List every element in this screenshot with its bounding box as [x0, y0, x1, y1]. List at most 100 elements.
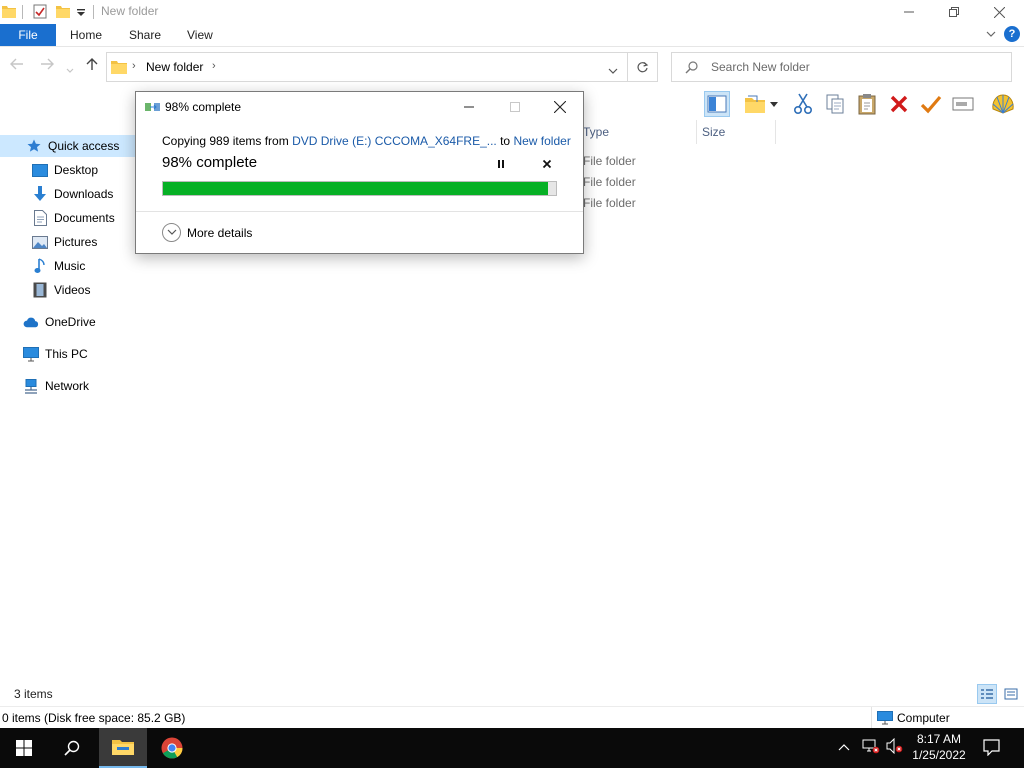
star-icon [26, 138, 42, 154]
tab-view[interactable]: View [187, 28, 213, 42]
dialog-close-button[interactable] [537, 92, 583, 122]
download-arrow-icon [32, 186, 48, 202]
breadcrumb-new-folder[interactable]: New folder [146, 60, 203, 74]
scissors-icon [793, 93, 813, 115]
start-button[interactable] [0, 728, 48, 768]
close-icon [993, 6, 1005, 18]
rename-button[interactable] [950, 91, 976, 117]
select-button[interactable] [918, 91, 944, 117]
up-button[interactable] [85, 57, 99, 76]
sidebar-item-pictures[interactable]: Pictures [0, 231, 148, 253]
source-link[interactable]: DVD Drive (E:) CCCOMA_X64FRE_... [292, 134, 497, 148]
more-details-toggle[interactable]: More details [162, 223, 252, 242]
sidebar-item-label: Music [54, 259, 86, 273]
customize-qat-icon[interactable] [76, 7, 90, 22]
network-status-icon[interactable] [862, 738, 880, 757]
copy-button[interactable] [822, 91, 848, 117]
properties-icon[interactable] [33, 4, 47, 19]
sidebar-item-onedrive[interactable]: OneDrive [0, 311, 148, 333]
chevron-down-icon [162, 223, 181, 242]
expand-ribbon-icon[interactable] [986, 29, 996, 39]
progress-fill [163, 182, 549, 195]
breadcrumb-separator: › [132, 60, 136, 72]
tab-file[interactable]: File [0, 24, 56, 46]
copy-icon [826, 94, 844, 114]
sidebar-item-label: OneDrive [45, 315, 96, 329]
pause-icon [498, 160, 504, 168]
status-bar: 3 items [0, 684, 1024, 704]
column-header-type[interactable]: Type [583, 125, 609, 139]
sidebar-item-documents[interactable]: Documents [0, 207, 148, 229]
pause-button[interactable] [496, 158, 506, 173]
tiles-view-icon [1004, 688, 1018, 700]
disk-free-space: 0 items (Disk free space: 85.2 GB) [2, 711, 186, 725]
recent-locations-button[interactable] [66, 61, 74, 79]
destination-link[interactable]: New folder [513, 134, 570, 148]
sidebar-item-network[interactable]: Network [0, 375, 148, 397]
forward-button[interactable] [40, 57, 54, 75]
pictures-icon [32, 234, 48, 250]
paste-button[interactable] [854, 91, 880, 117]
folder-icon [111, 59, 127, 77]
dialog-minimize-button[interactable] [446, 92, 492, 122]
tab-share[interactable]: Share [129, 28, 161, 42]
tab-home[interactable]: Home [70, 28, 102, 42]
clock-time: 8:17 AM [916, 732, 962, 746]
film-icon [32, 282, 48, 298]
restore-button[interactable] [931, 0, 977, 24]
show-hidden-icons-button[interactable] [838, 740, 850, 754]
clock-date: 1/25/2022 [912, 748, 966, 762]
paste-icon [858, 94, 876, 115]
sidebar-item-videos[interactable]: Videos [0, 279, 148, 301]
address-history-dropdown[interactable] [608, 64, 618, 78]
cancel-copy-button[interactable] [542, 158, 552, 173]
refresh-button[interactable] [628, 52, 658, 82]
title-bar: New folder [0, 0, 1024, 24]
network-icon [23, 378, 39, 394]
new-item-button[interactable] [742, 91, 768, 117]
dropdown-arrow-icon [770, 101, 778, 107]
preview-pane-button[interactable] [704, 91, 730, 117]
taskbar-file-explorer[interactable] [99, 728, 147, 768]
volume-muted-icon[interactable] [886, 737, 904, 757]
sidebar-item-quick-access[interactable]: Quick access [0, 135, 150, 157]
new-item-dropdown[interactable] [768, 91, 780, 117]
help-icon[interactable]: ? [1004, 26, 1020, 42]
large-icons-view-button[interactable] [1001, 684, 1021, 704]
new-folder-icon[interactable] [56, 4, 70, 19]
minimize-button[interactable] [886, 0, 932, 24]
back-arrow-icon [10, 58, 23, 70]
cut-button[interactable] [790, 91, 816, 117]
sidebar-item-downloads[interactable]: Downloads [0, 183, 148, 205]
close-button[interactable] [976, 0, 1022, 24]
minimize-icon [464, 106, 474, 108]
search-button[interactable] [48, 728, 96, 768]
column-divider[interactable] [696, 120, 697, 144]
clock[interactable]: 8:17 AM 1/25/2022 [906, 731, 972, 763]
search-box[interactable]: Search New folder [671, 52, 1012, 82]
back-button[interactable] [10, 57, 24, 75]
notifications-button[interactable] [983, 739, 1000, 759]
details-view-button[interactable] [977, 684, 997, 704]
rename-icon [952, 97, 974, 111]
search-placeholder: Search New folder [711, 60, 810, 74]
sidebar-item-desktop[interactable]: Desktop [0, 159, 148, 181]
windows-logo-icon [16, 740, 32, 756]
restore-icon [949, 7, 959, 17]
column-divider[interactable] [775, 120, 776, 144]
copy-progress-dialog: 98% complete Copying 989 items from DVD … [135, 91, 584, 254]
table-row-type[interactable]: File folder [583, 196, 636, 210]
address-bar[interactable]: › New folder › [106, 52, 628, 82]
table-row-type[interactable]: File folder [583, 154, 636, 168]
delete-button[interactable] [886, 91, 912, 117]
toolbar [700, 88, 1024, 120]
shell-button[interactable] [990, 91, 1016, 117]
column-header-size[interactable]: Size [702, 125, 725, 139]
to-text: to [496, 134, 514, 148]
sidebar-item-music[interactable]: Music [0, 255, 148, 277]
breadcrumb-separator: › [212, 60, 216, 72]
table-row-type[interactable]: File folder [583, 175, 636, 189]
desktop: New folder File Home Share View ? › New … [0, 0, 1024, 768]
taskbar-chrome[interactable] [148, 728, 196, 768]
sidebar-item-this-pc[interactable]: This PC [0, 343, 148, 365]
